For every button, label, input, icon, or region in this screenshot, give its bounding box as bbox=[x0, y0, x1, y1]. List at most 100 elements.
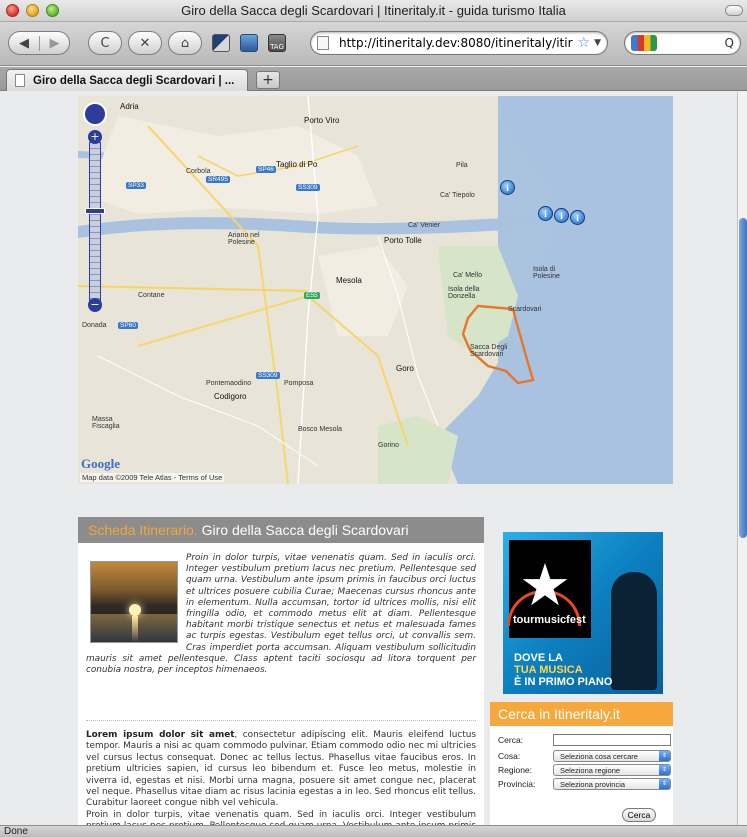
tab-active[interactable]: Giro della Sacca degli Scardovari | ... bbox=[6, 69, 248, 91]
cosa-select-value: Seleziona cosa cercare bbox=[560, 752, 638, 761]
map-label: Sacca Degli Scardovari bbox=[470, 344, 508, 358]
road-shield: E55 bbox=[304, 292, 320, 299]
map-label: Pila bbox=[456, 162, 468, 169]
cosa-row: Cosa: Seleziona cosa cercare ⇕ bbox=[498, 750, 671, 764]
body-paragraph-2: Proin in dolor turpis, vitae venenatis q… bbox=[86, 809, 476, 825]
window-title: Giro della Sacca degli Scardovari | Itin… bbox=[181, 3, 566, 18]
banner-line-2: TUA MUSICA bbox=[514, 664, 583, 676]
cerca-row: Cerca: bbox=[498, 734, 671, 748]
cosa-label: Cosa: bbox=[498, 751, 521, 761]
map-label: Ca' Venier bbox=[408, 222, 441, 229]
body-paragraph-1: , consectetur adipiscing elit. Mauris el… bbox=[86, 730, 477, 809]
tab-label: Giro della Sacca degli Scardovari | ... bbox=[33, 74, 235, 87]
select-arrows-icon: ⇕ bbox=[659, 765, 670, 775]
banner-line-3: È IN PRIMO PIANO bbox=[514, 676, 613, 688]
bookmark-star-icon[interactable]: ☆ bbox=[578, 35, 591, 51]
road-shield: SP60 bbox=[118, 322, 138, 329]
road-shield: SS309 bbox=[256, 372, 280, 379]
forward-button[interactable]: ▶ bbox=[38, 35, 69, 51]
map-label: Goro bbox=[396, 364, 414, 373]
browser-window: Giro della Sacca degli Scardovari | Itin… bbox=[0, 0, 747, 837]
map-label: Ca' Tiepolo bbox=[440, 192, 475, 199]
map-label: Scardovari bbox=[508, 306, 542, 313]
map-label: Isola di Polesine bbox=[533, 266, 560, 280]
tourmusicfest-banner[interactable]: ★ tourmusicfest DOVE LA TUA MUSICA È IN … bbox=[503, 532, 663, 694]
pan-control[interactable] bbox=[83, 102, 107, 126]
status-bar: Done bbox=[0, 825, 747, 837]
road-shield: SR495 bbox=[206, 176, 230, 183]
stop-button[interactable]: ✕ bbox=[128, 31, 162, 55]
regione-row: Regione: Seleziona regione ⇕ bbox=[498, 764, 671, 778]
zoom-slider[interactable] bbox=[89, 142, 101, 302]
tag-icon[interactable]: TAG bbox=[268, 34, 286, 52]
url-text[interactable]: http://itineritaly.dev:8080/itineritaly/… bbox=[339, 36, 575, 50]
map-label: Contane bbox=[138, 292, 165, 299]
cosa-select[interactable]: Seleziona cosa cercare ⇕ bbox=[553, 750, 671, 762]
search-bar[interactable]: Q bbox=[624, 31, 741, 55]
zoom-slider-handle[interactable] bbox=[85, 208, 105, 214]
select-arrows-icon: ⇕ bbox=[659, 779, 670, 789]
cerca-button[interactable]: Cerca bbox=[622, 808, 656, 822]
zoom-control[interactable]: + − bbox=[83, 102, 107, 312]
navigation-toolbar: ◀ ▶ C ✕ ⌂ TAG http://itineritaly.dev:808… bbox=[0, 22, 747, 66]
new-tab-button[interactable]: + bbox=[256, 71, 280, 89]
provincia-row: Provincia: Seleziona provincia ⇕ bbox=[498, 778, 671, 792]
cerca-input[interactable] bbox=[553, 734, 671, 746]
toolbar-toggle-button[interactable] bbox=[725, 5, 743, 16]
road-shield: SP33 bbox=[126, 182, 146, 189]
page-icon bbox=[317, 36, 329, 50]
map-label: Bosco Mesola bbox=[298, 426, 342, 433]
regione-select[interactable]: Seleziona regione ⇕ bbox=[553, 764, 671, 776]
sunset-thumbnail bbox=[90, 561, 178, 643]
page-icon bbox=[15, 74, 25, 87]
map-label: Massa Fiscaglia bbox=[92, 416, 120, 430]
map-label: Isola della Donzella bbox=[448, 286, 480, 300]
map-label: Taglio di Po bbox=[276, 160, 318, 169]
body-text-block: Lorem ipsum dolor sit amet, consectetur … bbox=[86, 730, 476, 825]
road-shield: SS309 bbox=[296, 184, 320, 191]
select-arrows-icon: ⇕ bbox=[659, 751, 670, 761]
address-bar[interactable]: http://itineritaly.dev:8080/itineritaly/… bbox=[310, 31, 608, 55]
cerca-label: Cerca: bbox=[498, 735, 524, 745]
site-search-panel: Cerca in Itineritaly.it Cerca: Cosa: Sel… bbox=[490, 702, 673, 825]
back-button[interactable]: ◀ bbox=[9, 36, 39, 51]
road-shield: SP46 bbox=[256, 166, 276, 173]
info-pin-icon[interactable]: i bbox=[538, 206, 553, 221]
search-icon[interactable]: Q bbox=[725, 36, 734, 50]
map-label: Corbola bbox=[186, 168, 211, 175]
info-pin-icon[interactable]: i bbox=[570, 210, 585, 225]
provincia-select[interactable]: Seleziona provincia ⇕ bbox=[553, 778, 671, 790]
search-engine-icon[interactable] bbox=[631, 35, 657, 51]
sidebar-icon[interactable] bbox=[240, 34, 258, 52]
search-panel-title: Cerca in Itineritaly.it bbox=[490, 702, 673, 726]
itinerary-heading: Scheda Itinerario. Giro della Sacca degl… bbox=[78, 517, 484, 543]
body-lead: Lorem ipsum dolor sit amet bbox=[86, 730, 235, 740]
provincia-select-value: Seleziona provincia bbox=[560, 780, 626, 789]
scrollbar-thumb[interactable] bbox=[739, 218, 747, 538]
thumbnail-reflection bbox=[132, 616, 138, 642]
info-pin-icon[interactable]: i bbox=[500, 180, 515, 195]
map-copyright[interactable]: Map data ©2009 Tele Atlas - Terms of Use bbox=[80, 473, 225, 482]
title-bar: Giro della Sacca degli Scardovari | Itin… bbox=[0, 0, 747, 22]
home-button[interactable]: ⌂ bbox=[168, 31, 202, 55]
map-label: Donada bbox=[82, 322, 107, 329]
map-label: Ariano nel Polesine bbox=[228, 232, 260, 246]
map-label: Pomposa bbox=[284, 380, 314, 387]
status-text: Done bbox=[4, 826, 28, 837]
map-label: Porto Tolle bbox=[384, 236, 422, 245]
guitar-star-icon: ★ bbox=[519, 551, 571, 619]
heading-prefix: Scheda Itinerario. bbox=[88, 522, 198, 538]
zoom-out-button[interactable]: − bbox=[88, 298, 102, 312]
map-label: Mesola bbox=[336, 276, 362, 285]
tab-bar: Giro della Sacca degli Scardovari | ... … bbox=[0, 67, 747, 91]
info-pin-icon[interactable]: i bbox=[554, 208, 569, 223]
zoom-in-button[interactable]: + bbox=[88, 130, 102, 144]
bookmark-icon[interactable] bbox=[212, 34, 230, 52]
map-label: Gorino bbox=[378, 442, 400, 449]
reload-button[interactable]: C bbox=[88, 31, 122, 55]
route-map[interactable]: + − Adria Porto Viro Taglio di Po Corbol… bbox=[78, 96, 673, 484]
history-dropdown-icon[interactable]: ▼ bbox=[594, 38, 601, 48]
vertical-scrollbar[interactable] bbox=[737, 92, 747, 825]
back-forward-group: ◀ ▶ bbox=[8, 31, 70, 55]
map-label: Ca' Mello bbox=[453, 272, 482, 279]
